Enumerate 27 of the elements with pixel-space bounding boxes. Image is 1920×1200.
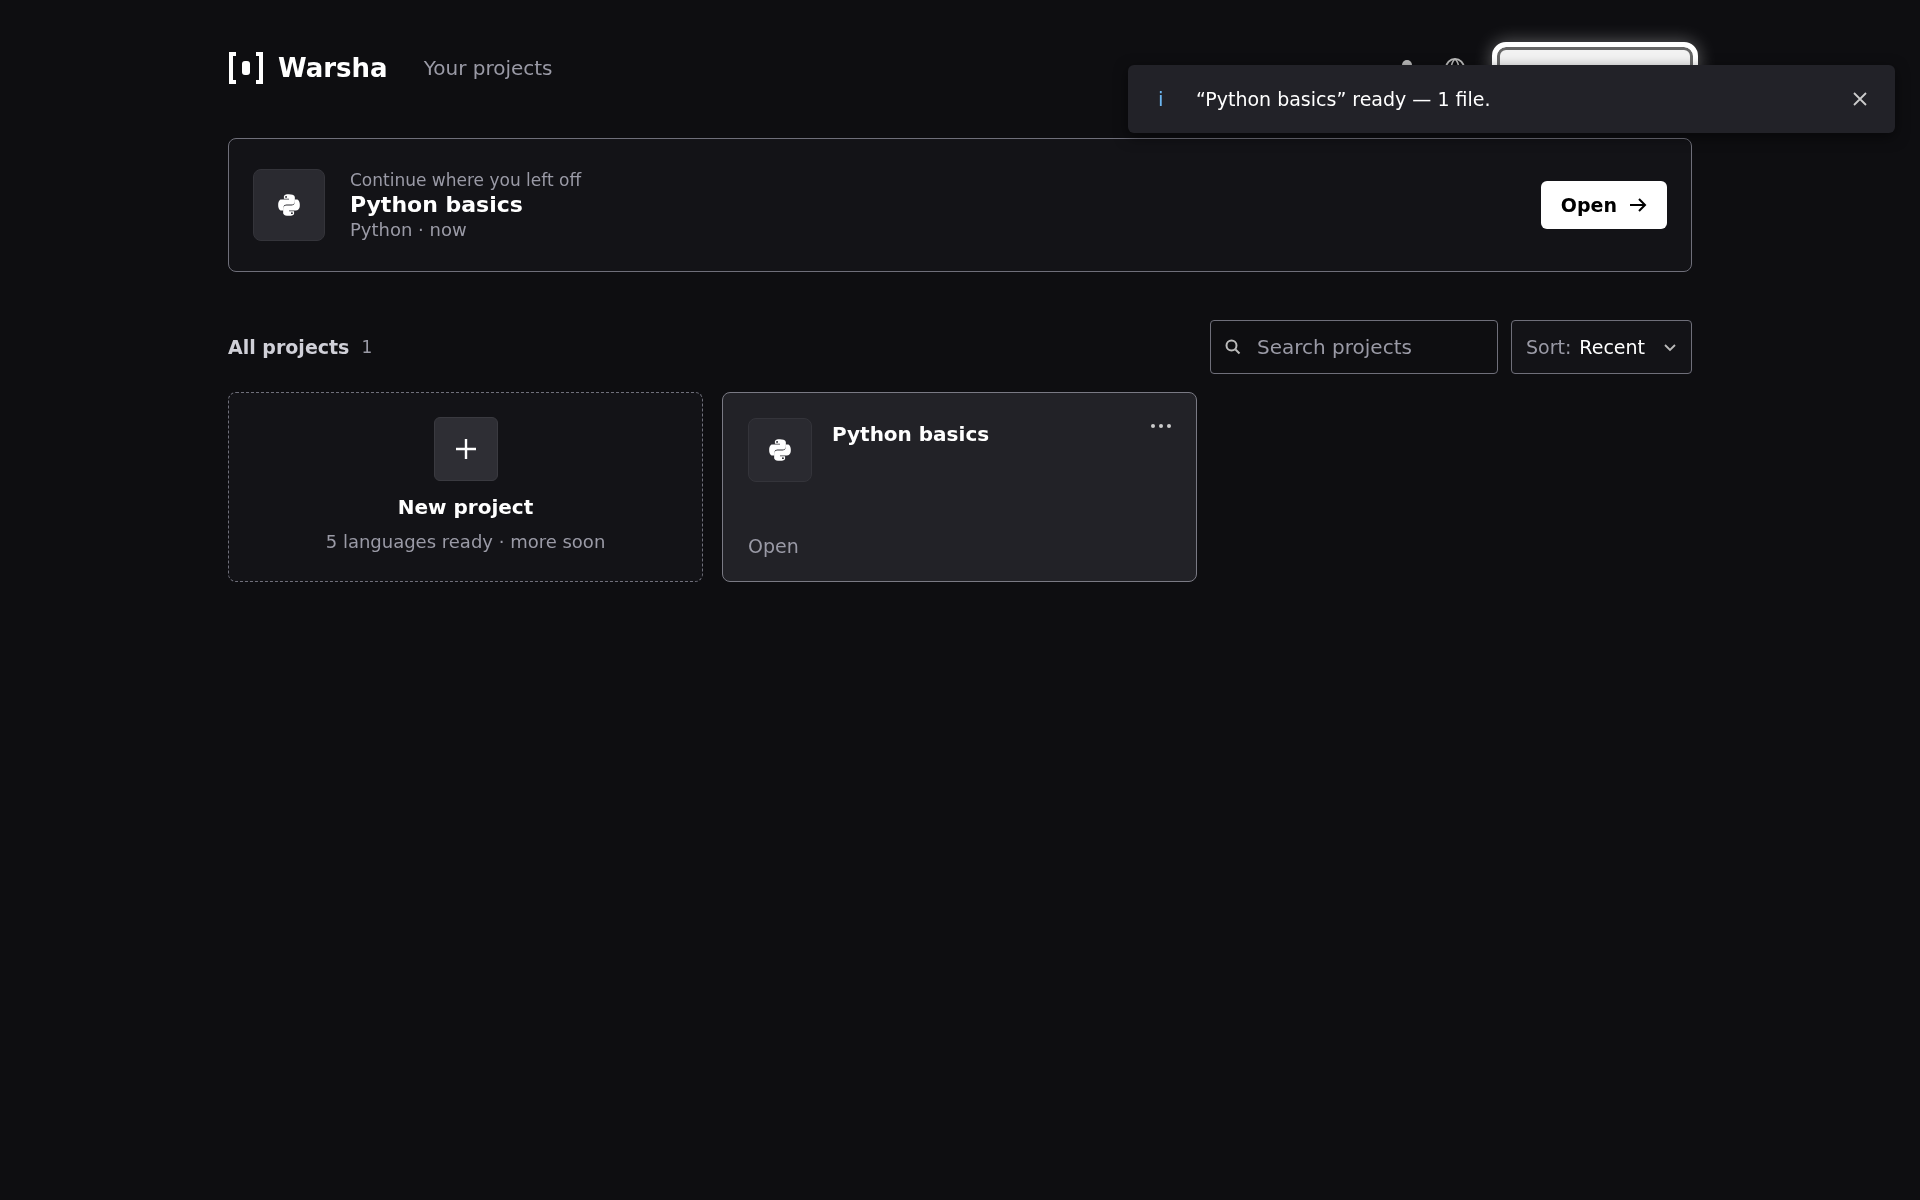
card-title: Python basics bbox=[832, 422, 990, 446]
arrow-right-icon bbox=[1629, 197, 1647, 213]
python-logo-icon bbox=[276, 192, 302, 218]
card-title: New project bbox=[397, 495, 534, 519]
brand-name: Warsha bbox=[278, 53, 388, 83]
search-field[interactable]: Search projects bbox=[1210, 320, 1498, 374]
your-projects-link[interactable]: Your projects bbox=[423, 56, 553, 80]
sort-dropdown[interactable]: Sort: Recent bbox=[1511, 320, 1692, 374]
project-card[interactable]: Python basics Open bbox=[722, 392, 1197, 582]
card-subtitle: 5 languages ready · more soon bbox=[325, 531, 606, 552]
python-logo-icon bbox=[767, 437, 793, 463]
info-icon: i bbox=[1158, 87, 1172, 111]
bracket-logo-icon bbox=[228, 52, 264, 84]
more-options-icon[interactable] bbox=[1151, 424, 1171, 428]
section-heading: All projects bbox=[228, 336, 350, 358]
open-link[interactable]: Open bbox=[748, 535, 1171, 557]
chevron-down-icon bbox=[1663, 342, 1677, 352]
project-count: 1 bbox=[361, 337, 373, 357]
plus-icon bbox=[454, 438, 477, 460]
toast-message: “Python basics” ready — 1 file. bbox=[1196, 88, 1491, 110]
project-title: Python basics bbox=[350, 192, 524, 217]
new-project-card[interactable]: New project 5 languages ready · more soon bbox=[228, 392, 703, 582]
close-icon bbox=[1853, 92, 1867, 106]
continue-label: Continue where you left off bbox=[350, 170, 582, 190]
project-meta: Python · now bbox=[350, 219, 468, 240]
open-button[interactable]: Open bbox=[1540, 181, 1667, 229]
search-icon bbox=[1225, 339, 1241, 355]
